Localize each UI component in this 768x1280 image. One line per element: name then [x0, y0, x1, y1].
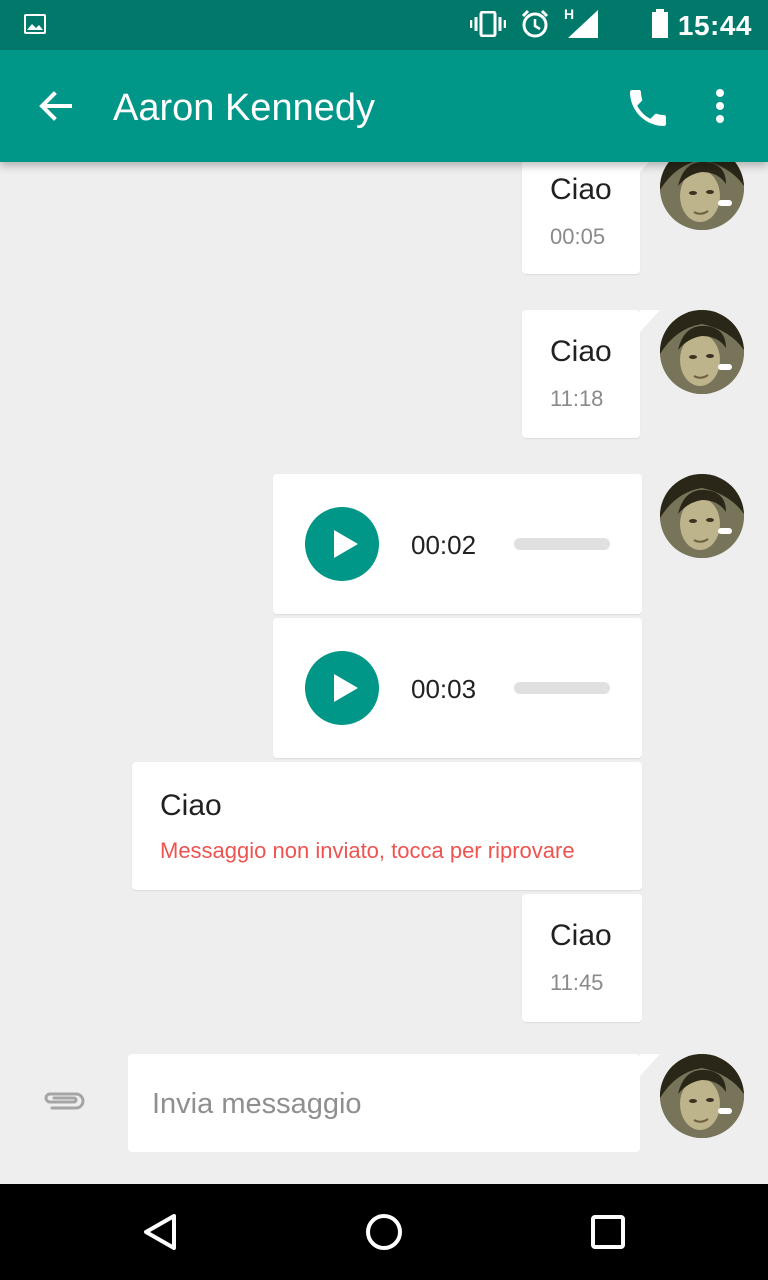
phone-icon	[630, 90, 666, 126]
avatar	[660, 1054, 744, 1138]
more-vert-icon	[716, 89, 724, 123]
back-button[interactable]	[34, 84, 78, 128]
avatar	[660, 310, 744, 394]
nav-back-button[interactable]	[132, 1204, 188, 1260]
circle-home-icon	[366, 1214, 402, 1250]
app-bar: Aaron Kennedy	[0, 50, 768, 162]
avatar	[660, 474, 744, 558]
message-composer	[128, 1054, 660, 1152]
conversation-title: Aaron Kennedy	[113, 87, 375, 129]
failed-message-bubble[interactable]: Ciao Messaggio non inviato, tocca per ri…	[132, 762, 642, 890]
back-arrow-icon	[39, 91, 72, 121]
nav-recents-button[interactable]	[580, 1204, 636, 1260]
battery-icon	[652, 9, 668, 38]
status-time: 15:44	[677, 10, 752, 41]
vibrate-icon	[469, 10, 507, 42]
message-time: 11:45	[550, 970, 604, 995]
message-bubble[interactable]: Ciao 11:45	[522, 894, 642, 1022]
square-recents-icon	[591, 1215, 625, 1249]
call-button[interactable]	[624, 84, 672, 132]
overflow-menu-button[interactable]	[700, 84, 740, 132]
message-text: Ciao	[550, 335, 612, 368]
voice-progress-bar[interactable]	[514, 538, 610, 550]
message-bubble[interactable]: Ciao 11:18	[522, 310, 660, 438]
attach-button[interactable]	[40, 1086, 88, 1116]
message-text: Ciao	[550, 173, 612, 206]
signal-icon: H	[564, 6, 598, 43]
triangle-back-icon	[144, 1214, 176, 1250]
play-button[interactable]	[305, 507, 379, 581]
send-error-text[interactable]: Messaggio non inviato, tocca per riprova…	[160, 838, 575, 864]
voice-message: 00:03	[273, 618, 642, 758]
voice-duration: 00:03	[411, 674, 477, 704]
navigation-bar	[0, 1184, 768, 1280]
message-text: Ciao	[550, 919, 612, 952]
message-bubble[interactable]: Ciao 00:05	[522, 150, 660, 274]
network-type: H	[564, 5, 575, 22]
play-button[interactable]	[305, 651, 379, 725]
status-bar: H 15:44	[0, 0, 768, 50]
paperclip-icon	[44, 1092, 85, 1110]
message-input[interactable]	[150, 1078, 624, 1130]
image-notification-icon	[24, 14, 46, 34]
nav-home-button[interactable]	[356, 1204, 412, 1260]
voice-message: 00:02	[273, 474, 642, 614]
voice-progress-bar[interactable]	[514, 682, 610, 694]
alarm-icon	[520, 9, 550, 44]
message-time: 00:05	[550, 224, 606, 249]
message-time: 11:18	[550, 386, 604, 411]
voice-duration: 00:02	[411, 530, 477, 560]
message-text: Ciao	[160, 789, 222, 822]
